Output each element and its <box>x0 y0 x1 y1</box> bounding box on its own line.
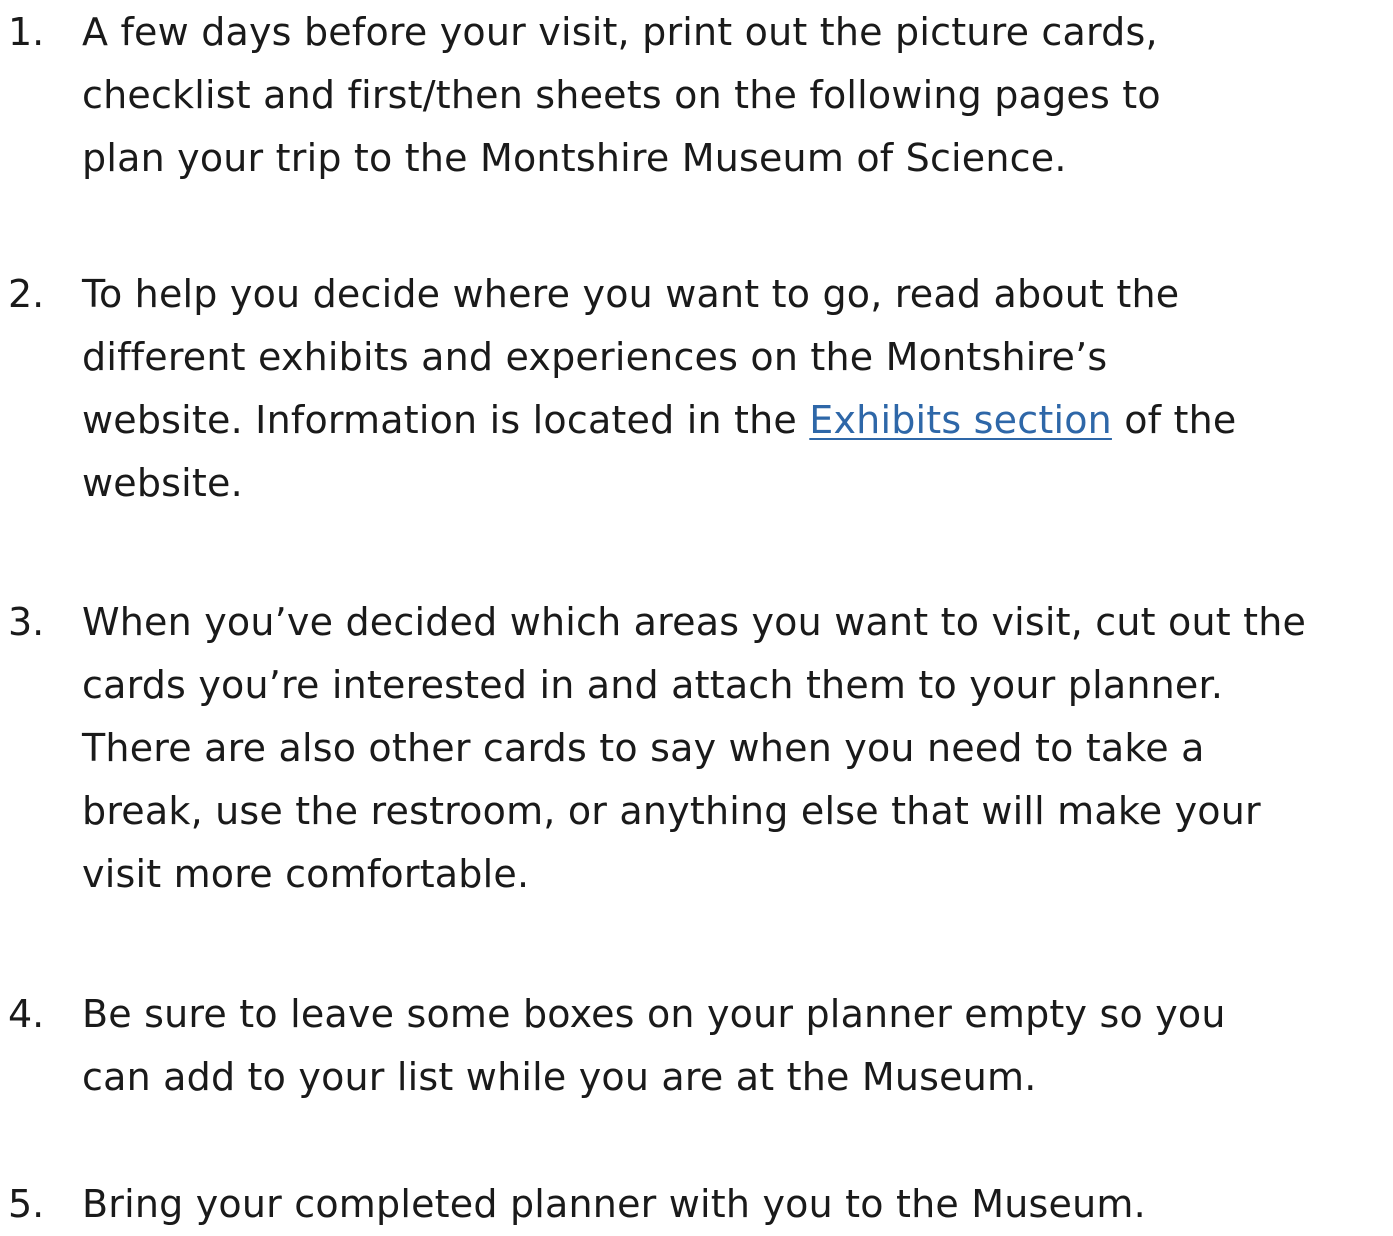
step-text-line: When you’ve decided which areas you want… <box>82 600 1307 644</box>
step-text-line: Be sure to leave some boxes on your plan… <box>82 992 1226 1036</box>
step-text-line: cards you’re interested in and attach th… <box>82 663 1224 707</box>
step-number: 1. <box>8 10 45 54</box>
step-text-line: checklist and first/then sheets on the f… <box>82 73 1161 117</box>
step-number: 2. <box>8 272 45 316</box>
link-line-before: website. Information is located in the <box>82 398 810 442</box>
link-line-after: of the <box>1111 398 1237 442</box>
exhibits-section-link[interactable]: Exhibits section <box>809 398 1112 442</box>
step-number: 4. <box>8 992 45 1036</box>
step-text-line: can add to your list while you are at th… <box>82 1055 1037 1099</box>
step-text-line: Bring your completed planner with you to… <box>82 1182 1146 1226</box>
step-text-line: different exhibits and experiences on th… <box>82 335 1108 379</box>
step-number: 3. <box>8 600 45 644</box>
step-text-line: visit more comfortable. <box>82 852 530 896</box>
step-text-line: website. <box>82 461 243 505</box>
step-text-line: plan your trip to the Montshire Museum o… <box>82 136 1067 180</box>
step-text-line: There are also other cards to say when y… <box>82 726 1205 770</box>
step-text-line: A few days before your visit, print out … <box>82 10 1158 54</box>
step-text-line: break, use the restroom, or anything els… <box>82 789 1261 833</box>
step-number: 5. <box>8 1182 45 1226</box>
step-text-line: To help you decide where you want to go,… <box>82 272 1180 316</box>
step-text-line-with-link: website. Information is located in the E… <box>82 388 1237 452</box>
